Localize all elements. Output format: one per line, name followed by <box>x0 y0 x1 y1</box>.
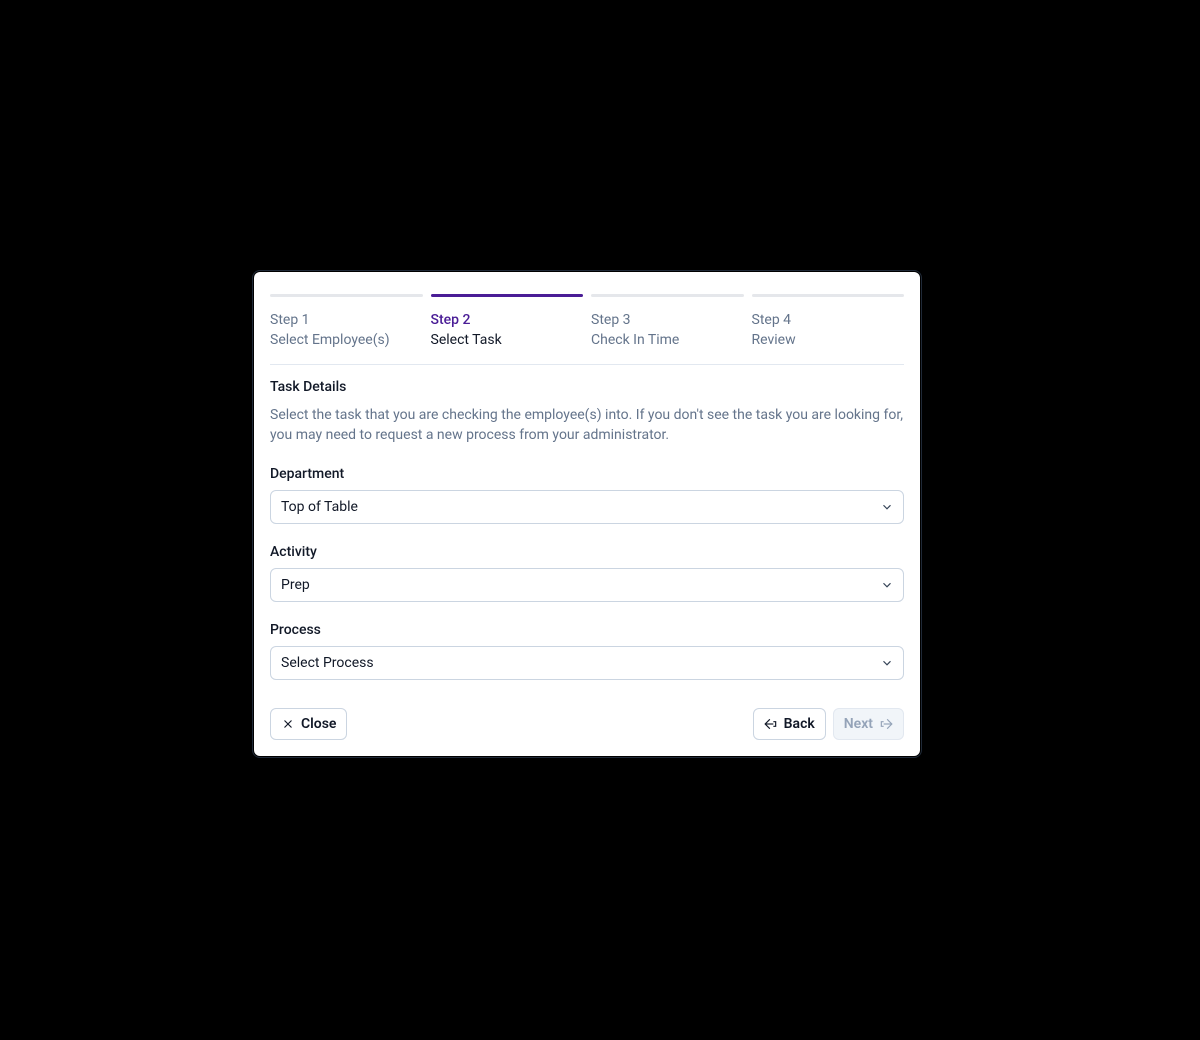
department-value: Top of Table <box>281 499 358 515</box>
step-bar <box>270 294 423 297</box>
department-field: Department Top of Table <box>270 466 904 524</box>
step-label: Check In Time <box>591 331 744 351</box>
next-button[interactable]: Next <box>833 708 904 740</box>
section-title: Task Details <box>270 379 904 395</box>
wizard-dialog: Step 1 Select Employee(s) Step 2 Select … <box>254 272 920 756</box>
step-bar <box>752 294 905 297</box>
activity-value: Prep <box>281 577 310 593</box>
step-bar <box>431 294 584 297</box>
modal-overlay: Step 1 Select Employee(s) Step 2 Select … <box>0 0 1200 1040</box>
activity-label: Activity <box>270 544 904 560</box>
close-button-label: Close <box>301 716 336 732</box>
dialog-footer: Close Back Next <box>270 708 904 740</box>
department-label: Department <box>270 466 904 482</box>
step-check-in-time[interactable]: Step 3 Check In Time <box>591 294 744 350</box>
chevron-down-icon <box>880 578 894 592</box>
step-select-task[interactable]: Step 2 Select Task <box>431 294 584 350</box>
step-label: Select Employee(s) <box>270 331 423 351</box>
process-value: Select Process <box>281 655 374 671</box>
activity-select[interactable]: Prep <box>270 568 904 602</box>
step-index: Step 1 <box>270 311 423 331</box>
arrow-left-icon <box>764 717 778 731</box>
step-review[interactable]: Step 4 Review <box>752 294 905 350</box>
close-icon <box>281 717 295 731</box>
step-index: Step 4 <box>752 311 905 331</box>
arrow-right-icon <box>879 717 893 731</box>
next-button-label: Next <box>844 716 873 732</box>
back-button-label: Back <box>784 716 815 732</box>
back-button[interactable]: Back <box>753 708 826 740</box>
step-select-employees[interactable]: Step 1 Select Employee(s) <box>270 294 423 350</box>
section-description: Select the task that you are checking th… <box>270 405 904 446</box>
chevron-down-icon <box>880 656 894 670</box>
stepper: Step 1 Select Employee(s) Step 2 Select … <box>270 294 904 365</box>
step-bar <box>591 294 744 297</box>
chevron-down-icon <box>880 500 894 514</box>
process-select[interactable]: Select Process <box>270 646 904 680</box>
step-index: Step 3 <box>591 311 744 331</box>
process-field: Process Select Process <box>270 622 904 680</box>
close-button[interactable]: Close <box>270 708 347 740</box>
step-index: Step 2 <box>431 311 584 331</box>
step-label: Review <box>752 331 905 351</box>
process-label: Process <box>270 622 904 638</box>
activity-field: Activity Prep <box>270 544 904 602</box>
step-label: Select Task <box>431 331 584 351</box>
department-select[interactable]: Top of Table <box>270 490 904 524</box>
